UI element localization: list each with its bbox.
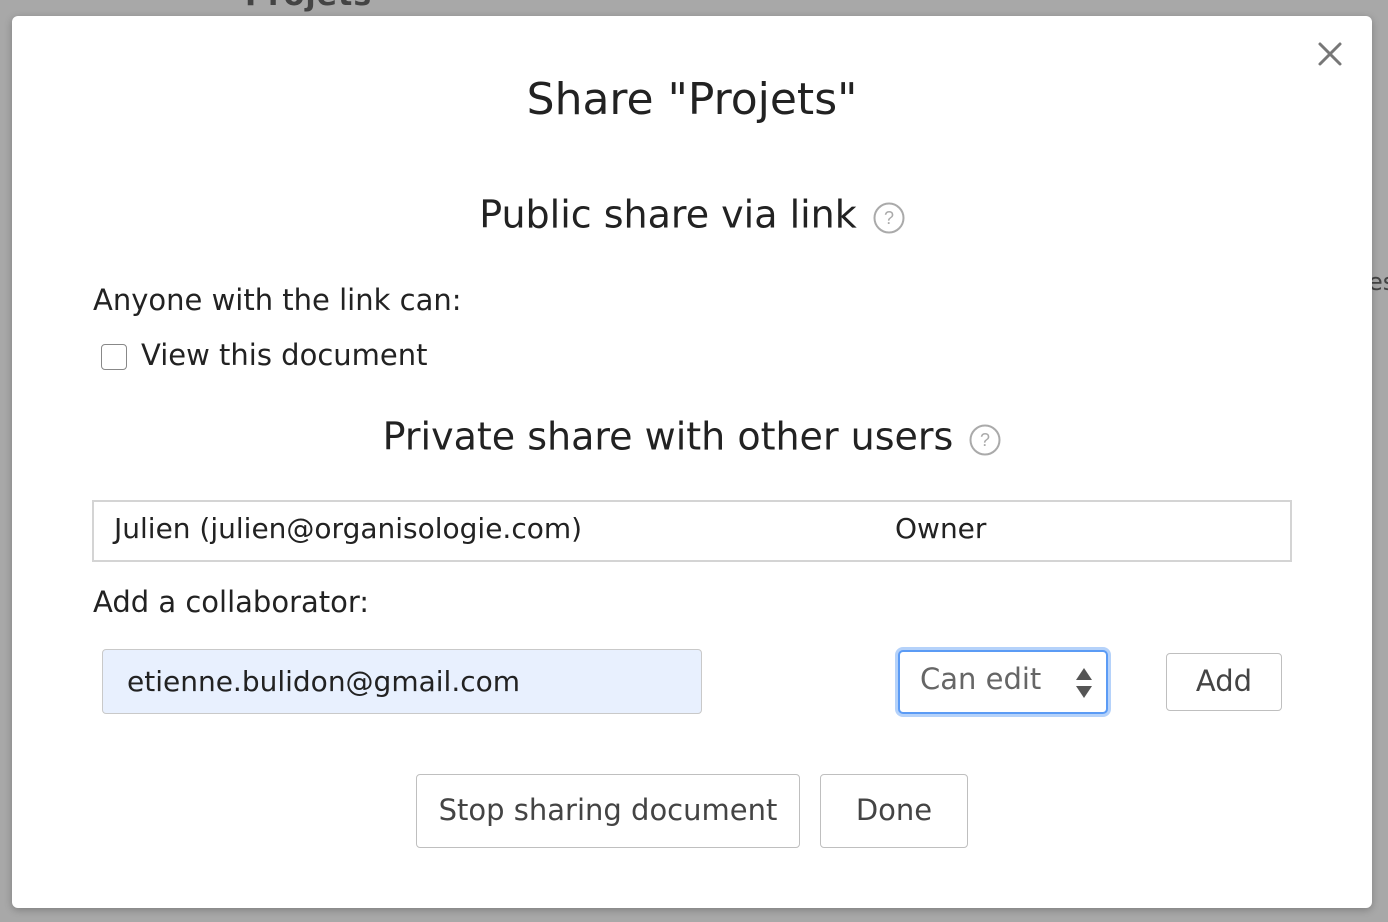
stop-sharing-button[interactable]: Stop sharing document — [416, 774, 800, 848]
share-dialog: Share "Projets" Public share via link ? … — [12, 16, 1372, 908]
shared-user-name: Julien (julien@organisologie.com) — [114, 512, 583, 545]
add-collaborator-label: Add a collaborator: — [93, 585, 370, 619]
dialog-title: Share "Projets" — [526, 74, 858, 125]
public-share-heading-text: Public share via link — [479, 192, 857, 237]
private-share-heading: Private share with other users ? — [12, 412, 1372, 459]
view-document-label[interactable]: View this document — [141, 338, 428, 372]
done-button[interactable]: Done — [820, 774, 968, 848]
view-document-checkbox[interactable] — [101, 344, 127, 370]
shared-users-table: Julien (julien@organisologie.com) Owner — [92, 500, 1292, 562]
background-title: Projets — [245, 0, 372, 13]
anyone-with-link-label: Anyone with the link can: — [93, 283, 462, 317]
public-share-heading: Public share via link ? — [12, 190, 1372, 237]
private-share-heading-text: Private share with other users — [382, 414, 954, 459]
select-arrows-icon — [1074, 666, 1094, 700]
shared-user-role: Owner — [895, 512, 987, 545]
svg-text:?: ? — [980, 430, 990, 450]
help-icon[interactable]: ? — [873, 199, 905, 233]
collaborator-email-input[interactable] — [102, 649, 702, 714]
svg-text:?: ? — [884, 208, 894, 228]
add-collaborator-button[interactable]: Add — [1166, 653, 1282, 711]
permission-select[interactable]: Can edit — [898, 650, 1108, 714]
permission-select-value: Can edit — [920, 662, 1042, 696]
help-icon[interactable]: ? — [969, 421, 1001, 455]
close-icon[interactable] — [1314, 38, 1346, 70]
